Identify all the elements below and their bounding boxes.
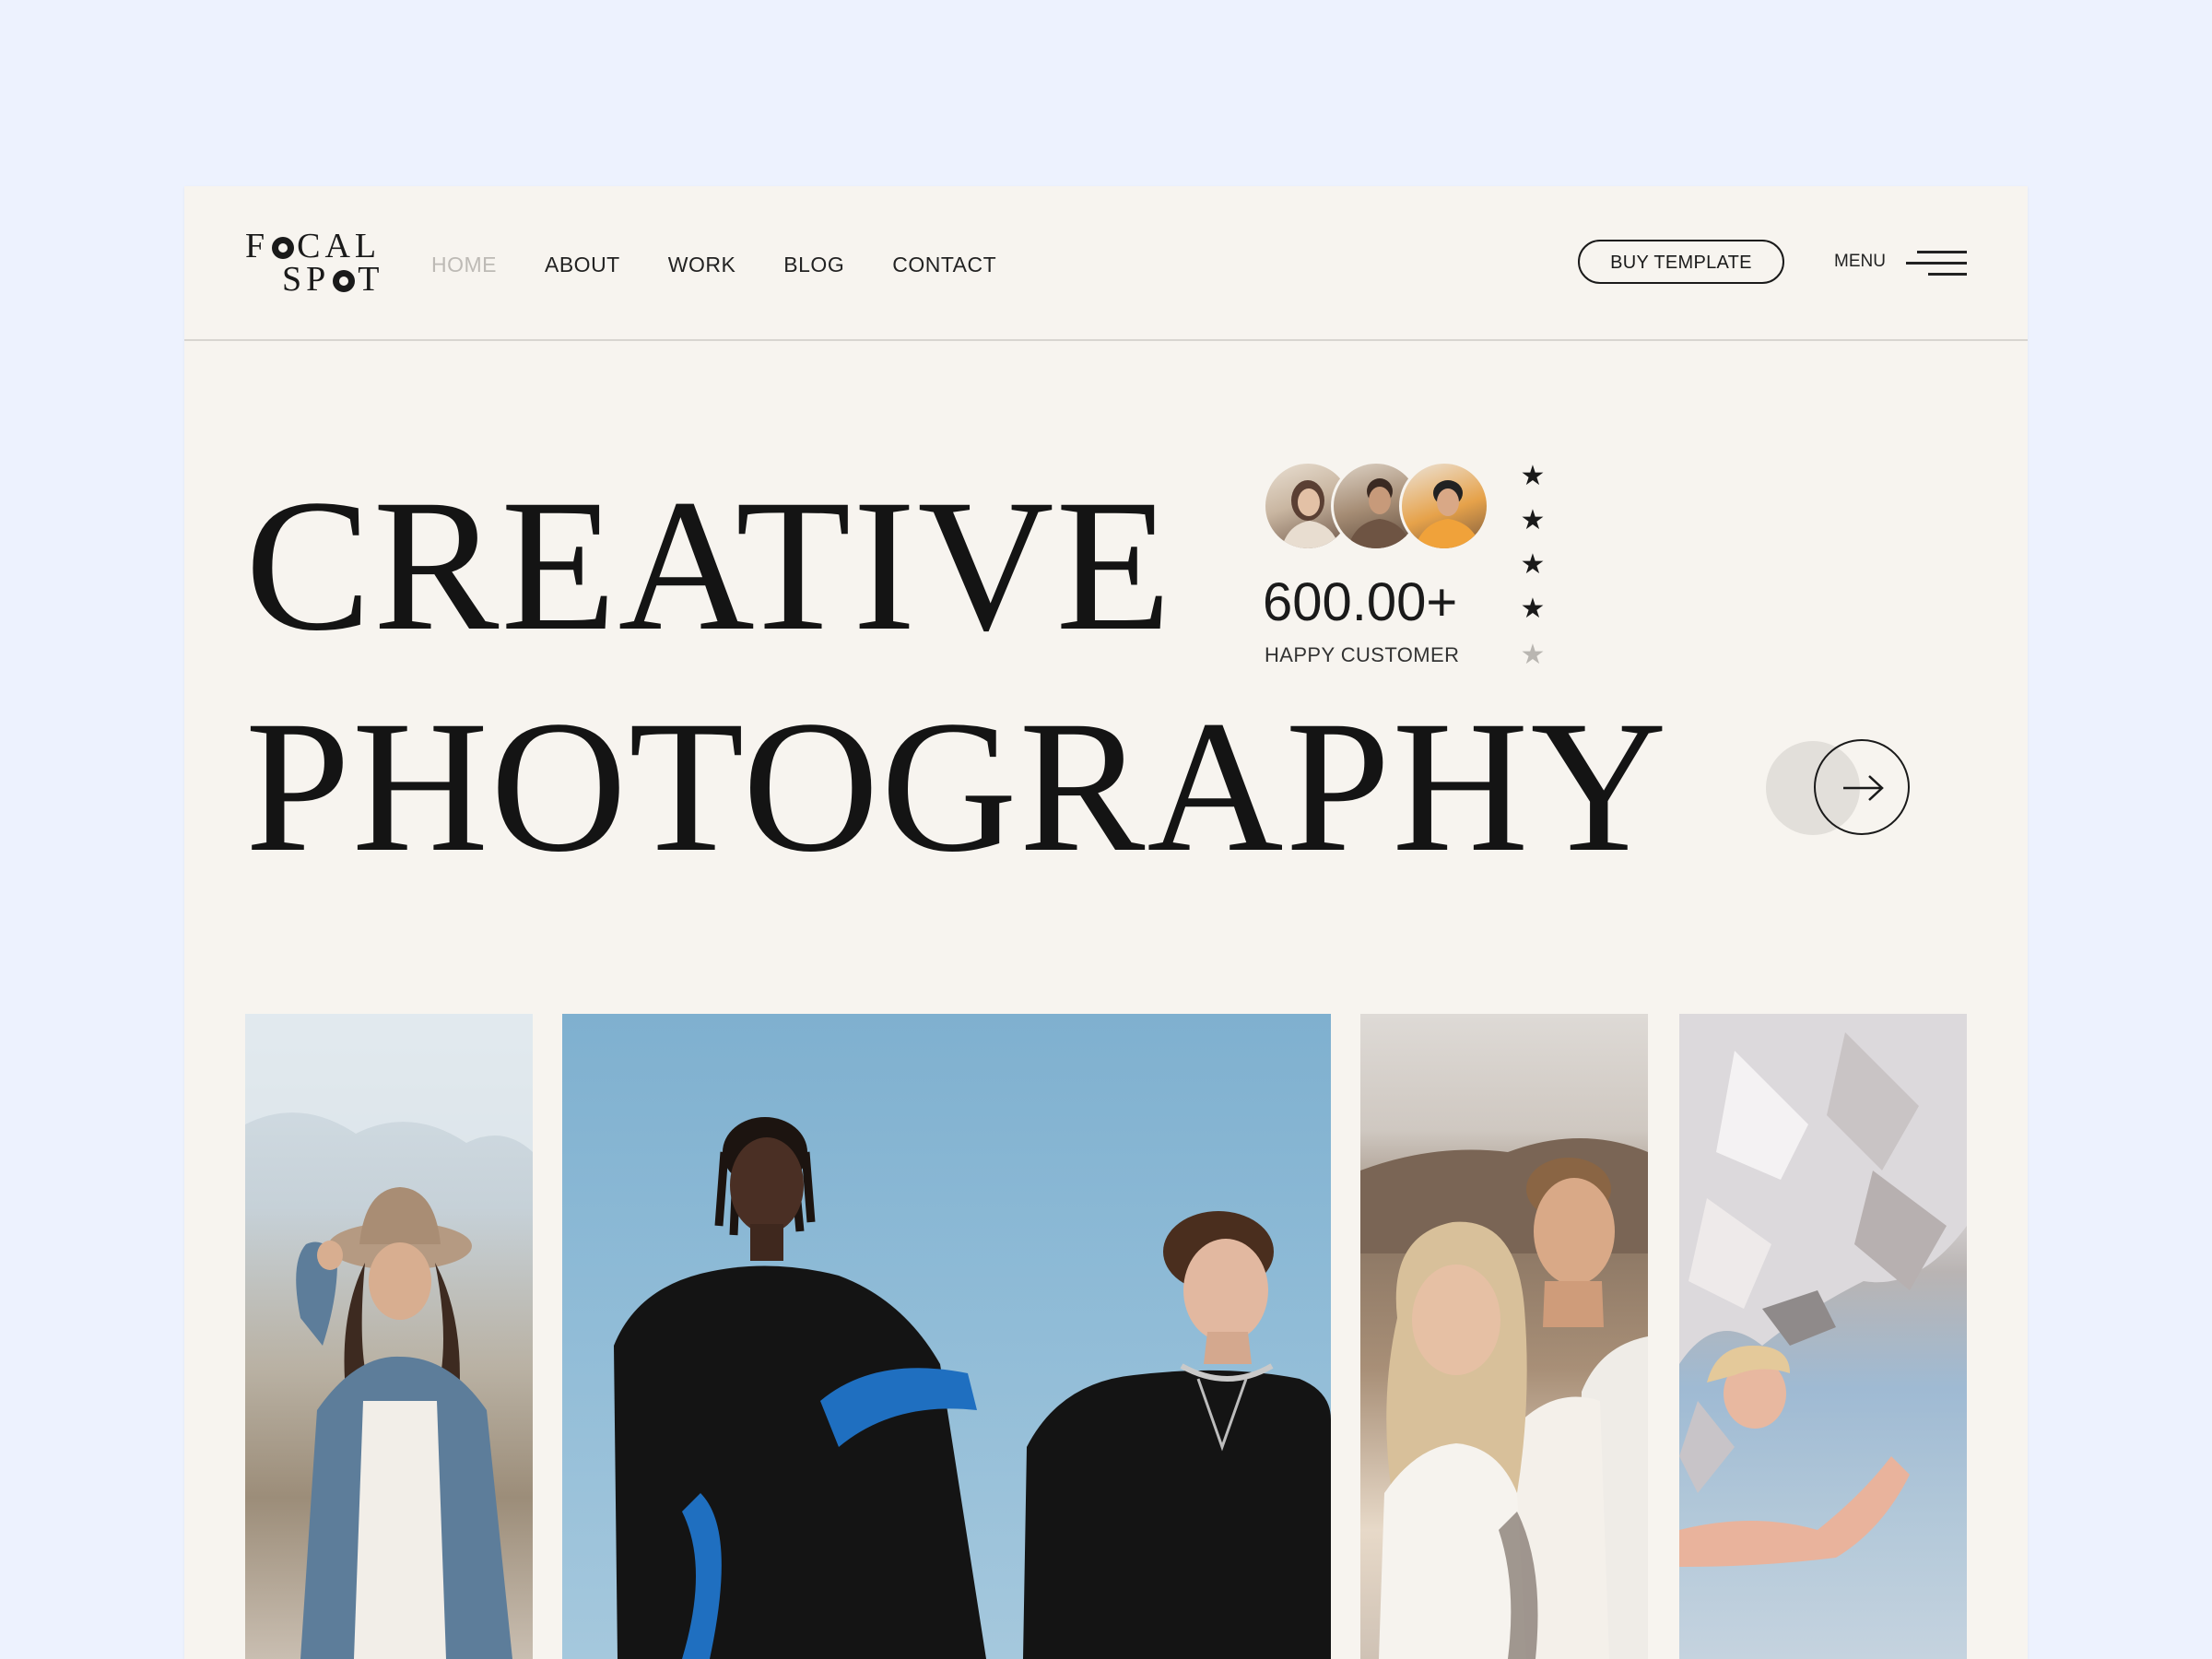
star-icon: ★ — [1520, 549, 1546, 580]
nav-about[interactable]: ABOUT — [545, 251, 620, 278]
lens-icon — [272, 237, 295, 259]
logo-line-2: SP T — [282, 260, 384, 299]
gallery-photo-1[interactable] — [245, 1014, 533, 1659]
star-icon: ★ — [1520, 640, 1546, 670]
hero-cta — [1766, 739, 1923, 842]
customer-avatars — [1263, 461, 1489, 555]
hero-title-line-2: PHOTOGRAPHY — [245, 682, 1669, 891]
hamburger-icon — [1906, 249, 1967, 276]
hero-title-line-1: CREATIVE — [245, 461, 1173, 670]
star-icon: ★ — [1520, 461, 1546, 491]
lens-icon — [333, 270, 356, 292]
landing-page: F CAL SP T HOME ABOUT WORK BLOG CONTACT BU… — [184, 186, 2028, 1659]
rating-stars: ★ ★ ★ ★ ★ — [1517, 461, 1554, 682]
gallery-photo-3[interactable] — [1360, 1014, 1648, 1659]
nav-blog[interactable]: BLOG — [783, 251, 844, 278]
gallery-photo-2[interactable] — [562, 1014, 1331, 1659]
nav-work[interactable]: WORK — [668, 251, 736, 278]
gallery-photo-4[interactable] — [1679, 1014, 1967, 1659]
arrow-right-icon — [1843, 775, 1884, 801]
logo[interactable]: F CAL SP T — [245, 229, 393, 299]
arrow-right-button[interactable] — [1814, 739, 1910, 835]
nav-contact[interactable]: CONTACT — [892, 251, 996, 278]
menu-toggle[interactable]: MENU — [1834, 241, 1972, 282]
site-header: F CAL SP T HOME ABOUT WORK BLOG CONTACT BU… — [184, 186, 2028, 341]
star-icon: ★ — [1520, 594, 1546, 624]
customer-count: 600.00+ — [1263, 572, 1458, 632]
main-nav: HOME ABOUT WORK BLOG CONTACT — [431, 251, 996, 278]
customer-avatar — [1399, 461, 1489, 551]
logo-line-1: F CAL — [245, 227, 382, 265]
customer-count-label: HAPPY CUSTOMER — [1265, 643, 1460, 666]
star-icon: ★ — [1520, 505, 1546, 535]
buy-template-button[interactable]: BUY TEMPLATE — [1578, 240, 1784, 284]
menu-label: MENU — [1834, 252, 1886, 271]
nav-home[interactable]: HOME — [431, 251, 497, 278]
